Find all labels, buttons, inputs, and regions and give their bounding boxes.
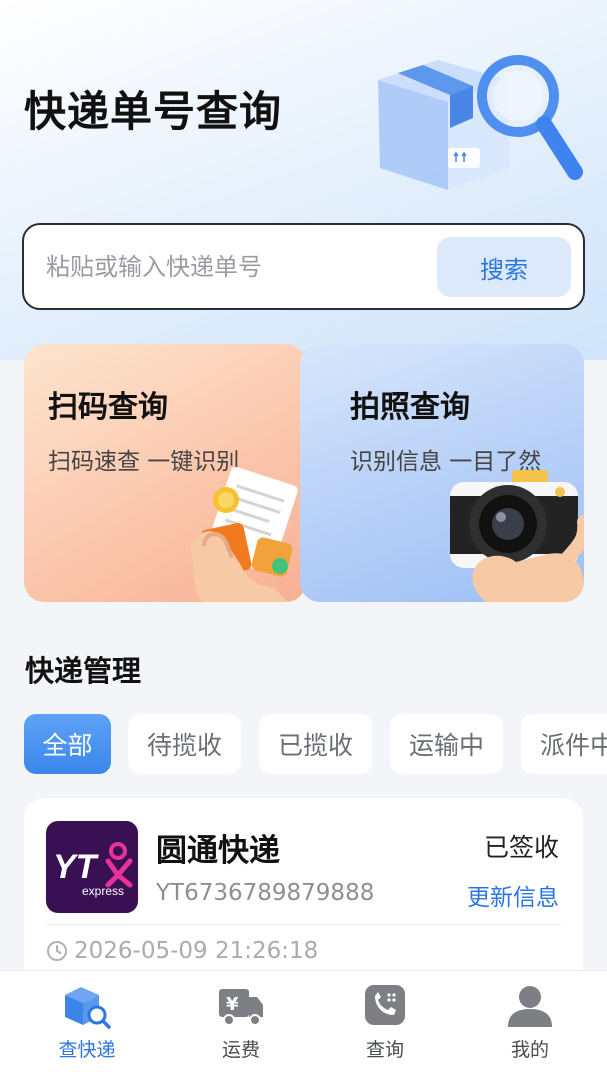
filter-chip-pending-pickup[interactable]: 待揽收 xyxy=(128,714,241,774)
scan-receipt-hand-illustration xyxy=(190,466,298,602)
filter-chip-in-transit[interactable]: 运输中 xyxy=(390,714,503,774)
tab-label: 我的 xyxy=(510,1039,549,1061)
tab-label: 运费 xyxy=(221,1039,260,1061)
carrier-name: 圆通快递 xyxy=(156,833,280,869)
divider xyxy=(46,924,561,925)
delivery-truck-icon: ¥ xyxy=(219,989,263,1026)
package-card[interactable]: YT express 圆通快递 YT6736789879888 已签收 更新信息… xyxy=(24,798,583,998)
camera-hand-illustration xyxy=(450,470,584,602)
scan-query-card[interactable]: 扫码查询 扫码速查 一键识别 xyxy=(24,344,306,602)
section-title: 快递管理 xyxy=(25,654,142,688)
status-filter-bar: 全部 待揽收 已揽收 运输中 派件中 xyxy=(24,714,607,774)
tab-label: 查询 xyxy=(365,1039,404,1061)
update-info-link[interactable]: 更新信息 xyxy=(467,878,559,912)
phone-icon xyxy=(365,985,405,1025)
svg-text:YT: YT xyxy=(53,848,100,886)
tracking-number: YT6736789879888 xyxy=(156,880,375,906)
package-search-icon xyxy=(65,987,111,1029)
search-box: 搜索 xyxy=(22,223,585,310)
tab-track-package[interactable]: 查快递 xyxy=(27,983,147,1073)
scan-query-title: 扫码查询 xyxy=(48,390,168,425)
tab-query[interactable]: 查询 xyxy=(325,983,445,1073)
status-badge: 已签收 xyxy=(483,833,559,862)
filter-chip-out-for-delivery[interactable]: 派件中 xyxy=(521,714,607,774)
filter-chip-picked-up[interactable]: 已揽收 xyxy=(259,714,372,774)
svg-text:¥: ¥ xyxy=(226,994,239,1015)
tab-label: 查快递 xyxy=(58,1039,116,1061)
tracking-number-input[interactable] xyxy=(46,245,426,289)
svg-text:express: express xyxy=(82,884,124,898)
carrier-logo: YT express xyxy=(46,821,138,913)
tab-profile[interactable]: 我的 xyxy=(470,983,590,1073)
package-magnifier-illustration xyxy=(378,55,583,190)
bottom-tab-bar: 查快递 ¥ 运费 查询 我的 xyxy=(0,970,607,1080)
tab-shipping-fee[interactable]: ¥ 运费 xyxy=(181,983,301,1073)
clock-icon xyxy=(47,941,67,961)
photo-query-title: 拍照查询 xyxy=(350,390,470,425)
page-title: 快递单号查询 xyxy=(24,87,283,136)
search-button[interactable]: 搜索 xyxy=(437,237,571,297)
photo-query-card[interactable]: 拍照查询 识别信息 一目了然 xyxy=(300,344,584,602)
package-time: 2026-05-09 21:26:18 xyxy=(46,938,318,964)
filter-chip-all[interactable]: 全部 xyxy=(24,714,111,774)
package-timestamp: 2026-05-09 21:26:18 xyxy=(74,938,319,964)
user-icon xyxy=(508,986,552,1027)
